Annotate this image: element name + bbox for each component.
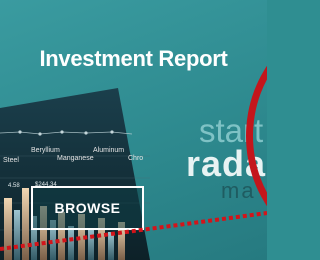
price-label-1: 4.58 (8, 183, 20, 189)
report-title: Investment Report (39, 46, 228, 71)
label-beryllium: Beryllium (31, 147, 60, 154)
browse-button[interactable]: BROWSE (31, 186, 144, 230)
label-manganese: Manganese (57, 155, 94, 162)
commodity-chart-photo (0, 88, 150, 260)
label-aluminum: Aluminum (93, 147, 125, 154)
investment-report-card[interactable]: Steel Beryllium Aluminum Manganese Chro … (0, 0, 267, 260)
label-chrome: Chro (128, 155, 144, 162)
radar-text-ma: ma (221, 178, 256, 203)
label-steel: Steel (3, 157, 19, 164)
